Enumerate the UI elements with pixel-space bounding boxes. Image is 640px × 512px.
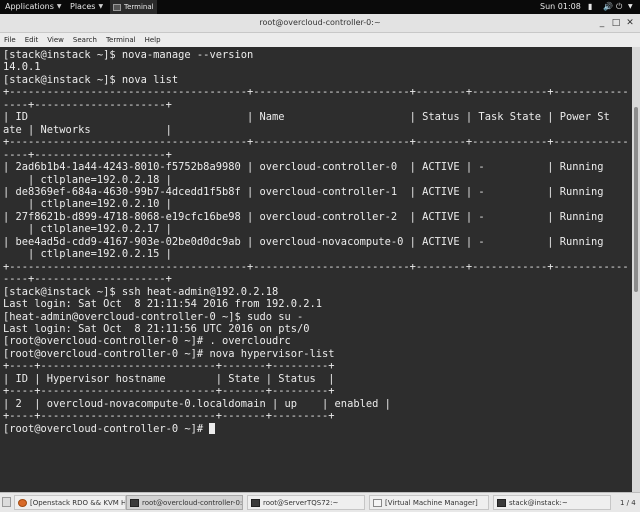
task-label: stack@instack:~ bbox=[509, 499, 568, 507]
terminal-line: ----+---------------------+ bbox=[3, 148, 172, 161]
menu-bar: File Edit View Search Terminal Help bbox=[0, 33, 640, 47]
menu-view[interactable]: View bbox=[47, 33, 64, 47]
terminal-line: | ctlplane=192.0.2.15 | bbox=[3, 248, 172, 261]
show-desktop-icon[interactable] bbox=[2, 497, 11, 507]
window-titlebar[interactable]: root@overcloud-controller-0:~ _ □ ✕ bbox=[0, 14, 640, 33]
terminal-line: [root@overcloud-controller-0 ~]# . overc… bbox=[3, 335, 291, 348]
menu-file[interactable]: File bbox=[4, 33, 16, 47]
terminal-line: | bee4ad5d-cdd9-4167-903e-02be0d0dc9ab |… bbox=[3, 235, 604, 248]
terminal-line: Last login: Sat Oct 8 21:11:56 UTC 2016 … bbox=[3, 322, 310, 335]
terminal-line: +----+----------------------------+-----… bbox=[3, 410, 335, 423]
terminal-line: | ctlplane=192.0.2.18 | bbox=[3, 173, 172, 186]
minimize-icon[interactable]: _ bbox=[596, 17, 608, 29]
applications-label: Applications bbox=[5, 2, 54, 11]
firefox-icon bbox=[18, 499, 27, 507]
terminal-line: [stack@instack ~]$ nova-manage --version bbox=[3, 49, 254, 61]
terminal-line: ----+---------------------+ bbox=[3, 98, 172, 111]
terminal-icon bbox=[497, 499, 506, 507]
terminal-app-label: Terminal bbox=[124, 3, 154, 11]
task-label: root@ServerTQS72:~ bbox=[263, 499, 339, 507]
terminal-line: Last login: Sat Oct 8 21:11:54 2016 from… bbox=[3, 298, 323, 311]
terminal-line: | 27f8621b-d899-4718-8068-e19cfc16be98 |… bbox=[3, 210, 604, 223]
terminal-line: | ctlplane=192.0.2.17 | bbox=[3, 223, 172, 236]
terminal-line: +--------------------------------------+… bbox=[3, 136, 629, 149]
task-stack-instack[interactable]: stack@instack:~ bbox=[493, 495, 611, 510]
terminal-line: +--------------------------------------+… bbox=[3, 86, 629, 99]
task-label: [Virtual Machine Manager] bbox=[385, 499, 478, 507]
terminal-line: | 2ad6b1b4-1a44-4243-8010-f5752b8a9980 |… bbox=[3, 161, 604, 174]
task-root-server[interactable]: root@ServerTQS72:~ bbox=[247, 495, 365, 510]
terminal-line: +----+----------------------------+-----… bbox=[3, 385, 335, 398]
terminal-line: [stack@instack ~]$ nova list bbox=[3, 73, 179, 86]
terminal-line: | ID | Name | Status | Task State | Powe… bbox=[3, 111, 610, 124]
chevron-down-icon: ▼ bbox=[98, 3, 104, 10]
task-label: root@overcloud-controller-0:~ bbox=[142, 499, 243, 507]
scrollbar-thumb[interactable] bbox=[634, 107, 638, 292]
terminal-line: 14.0.1 bbox=[3, 61, 41, 74]
maximize-icon[interactable]: □ bbox=[610, 17, 622, 29]
virt-manager-icon bbox=[373, 499, 382, 507]
task-root-controller[interactable]: root@overcloud-controller-0:~ bbox=[126, 495, 243, 510]
terminal-line: | ctlplane=192.0.2.10 | bbox=[3, 198, 172, 211]
terminal-line: +----+----------------------------+-----… bbox=[3, 360, 335, 373]
places-label: Places bbox=[70, 2, 96, 11]
terminal-app-icon bbox=[113, 3, 121, 11]
terminal-line: +--------------------------------------+… bbox=[3, 260, 629, 273]
clock[interactable]: Sun 01:08 bbox=[540, 0, 581, 14]
terminal-app-menu[interactable]: Terminal bbox=[110, 0, 157, 14]
terminal-prompt: [root@overcloud-controller-0 ~]# bbox=[3, 422, 210, 435]
top-panel: Applications ▼ Places ▼ Terminal Sun 01:… bbox=[0, 0, 640, 14]
terminal-cursor bbox=[209, 422, 216, 434]
terminal-line: | 2 | overcloud-novacompute-0.localdomai… bbox=[3, 397, 391, 410]
terminal-scrollbar[interactable] bbox=[632, 47, 640, 492]
power-icon[interactable]: ⏻ bbox=[616, 0, 622, 14]
chevron-down-icon: ▼ bbox=[56, 3, 62, 10]
terminal-line: | de8369ef-684a-4630-99b7-4dcedd1f5b8f |… bbox=[3, 185, 604, 198]
taskbar: [Openstack RDO && KVM Hyp... root@overcl… bbox=[0, 492, 640, 512]
terminal-line: [heat-admin@overcloud-controller-0 ~]$ s… bbox=[3, 310, 304, 323]
menu-search[interactable]: Search bbox=[73, 33, 97, 47]
task-firefox[interactable]: [Openstack RDO && KVM Hyp... bbox=[14, 495, 126, 510]
chevron-down-icon[interactable]: ▼ bbox=[628, 0, 633, 14]
terminal-line: ----+---------------------+ bbox=[3, 273, 172, 286]
close-icon[interactable]: ✕ bbox=[624, 17, 636, 29]
menu-terminal[interactable]: Terminal bbox=[106, 33, 136, 47]
applications-menu[interactable]: Applications ▼ bbox=[5, 0, 62, 14]
terminal-line: | ID | Hypervisor hostname | State | Sta… bbox=[3, 372, 335, 385]
terminal-area[interactable]: [stack@instack ~]$ nova-manage --version… bbox=[0, 47, 632, 492]
network-icon[interactable]: ▮ bbox=[588, 0, 592, 14]
volume-icon[interactable]: 🔊 bbox=[603, 0, 613, 14]
terminal-line: [root@overcloud-controller-0 ~]# nova hy… bbox=[3, 347, 335, 360]
menu-edit[interactable]: Edit bbox=[25, 33, 39, 47]
menu-help[interactable]: Help bbox=[145, 33, 161, 47]
terminal-output: [stack@instack ~]$ nova-manage --version… bbox=[0, 47, 632, 435]
terminal-icon bbox=[130, 499, 139, 507]
workspace-pager[interactable]: 1 / 4 bbox=[620, 496, 636, 510]
window-title: root@overcloud-controller-0:~ bbox=[259, 18, 381, 27]
task-virt-manager[interactable]: [Virtual Machine Manager] bbox=[369, 495, 489, 510]
places-menu[interactable]: Places ▼ bbox=[70, 0, 103, 14]
task-label: [Openstack RDO && KVM Hyp... bbox=[30, 499, 126, 507]
terminal-line: ate | Networks | bbox=[3, 123, 172, 136]
terminal-icon bbox=[251, 499, 260, 507]
terminal-line: [stack@instack ~]$ ssh heat-admin@192.0.… bbox=[3, 285, 279, 298]
